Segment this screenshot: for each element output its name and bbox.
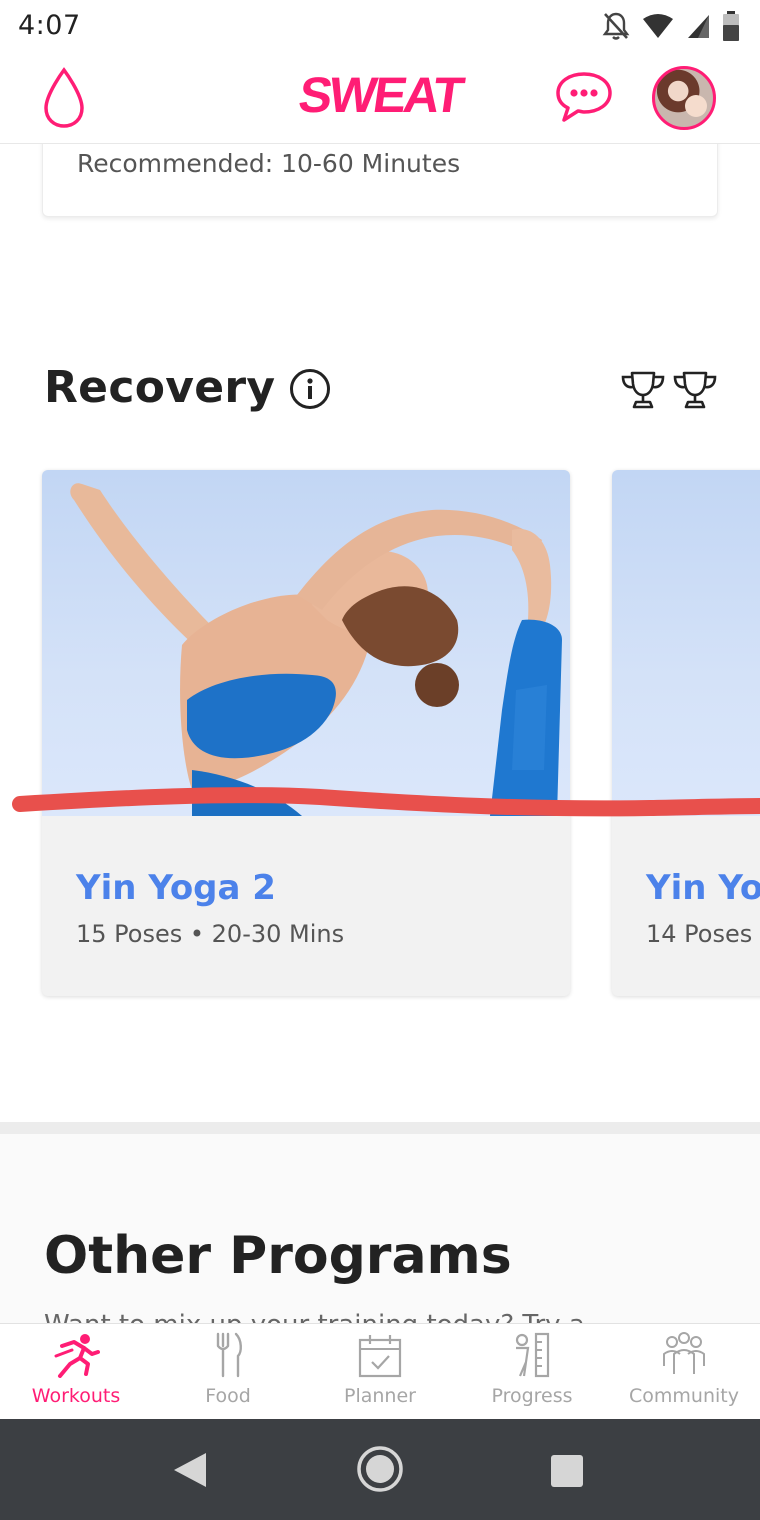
fork-knife-icon bbox=[216, 1332, 242, 1378]
trophy-icon bbox=[673, 371, 717, 409]
app-screen: 4:07 SWEAT Recommended: 10-60 Minutes Re… bbox=[0, 0, 760, 1520]
trophy-icon bbox=[621, 371, 665, 409]
status-time: 4:07 bbox=[18, 10, 81, 41]
status-bar: 4:07 bbox=[0, 0, 760, 52]
card-meta: 15 Poses • 20-30 Mins bbox=[76, 920, 345, 948]
nav-food[interactable]: Food bbox=[152, 1324, 304, 1419]
water-tracker-button[interactable] bbox=[40, 66, 88, 130]
people-icon bbox=[663, 1332, 705, 1374]
brand-logo: SWEAT bbox=[295, 67, 465, 123]
calendar-icon bbox=[358, 1335, 402, 1378]
recent-apps-icon[interactable] bbox=[551, 1455, 583, 1487]
section-divider bbox=[0, 1122, 760, 1134]
workout-card-yin-yoga-2[interactable]: Yin Yoga 2 15 Poses • 20-30 Mins bbox=[42, 470, 570, 996]
workout-image bbox=[42, 470, 570, 816]
other-programs-section: Other Programs Want to mix up your train… bbox=[0, 1134, 760, 1340]
nav-progress[interactable]: Progress bbox=[456, 1324, 608, 1419]
notifications-off-icon bbox=[602, 12, 630, 40]
avatar[interactable] bbox=[652, 66, 716, 130]
nav-workouts[interactable]: Workouts bbox=[0, 1324, 152, 1419]
card-meta: 14 Poses bbox=[646, 920, 753, 948]
workout-image bbox=[612, 470, 760, 816]
info-icon bbox=[290, 369, 330, 409]
recommended-duration: Recommended: 10-60 Minutes bbox=[77, 149, 461, 178]
trophies bbox=[620, 370, 718, 410]
measure-icon bbox=[515, 1332, 550, 1378]
recovery-title: Recovery bbox=[44, 362, 276, 413]
status-icons bbox=[602, 10, 740, 42]
nav-planner[interactable]: Planner bbox=[304, 1324, 456, 1419]
card-title: Yin Yo bbox=[646, 868, 760, 908]
home-icon[interactable] bbox=[355, 1444, 405, 1494]
nav-community[interactable]: Community bbox=[608, 1324, 760, 1419]
other-programs-title: Other Programs bbox=[44, 1226, 512, 1286]
android-nav-bar bbox=[0, 1419, 760, 1520]
app-header: SWEAT bbox=[0, 52, 760, 144]
bottom-nav: Workouts Food Planner Progress Community bbox=[0, 1323, 760, 1419]
yoga-pose-image bbox=[70, 483, 562, 816]
water-drop-icon bbox=[44, 67, 84, 128]
chat-bubble-icon bbox=[556, 72, 612, 122]
workout-card-yin-yoga-next[interactable]: Yin Yo 14 Poses bbox=[612, 470, 760, 996]
battery-icon bbox=[723, 11, 739, 41]
nav-label: Community bbox=[629, 1385, 739, 1407]
signal-icon bbox=[688, 15, 709, 38]
nav-label: Workouts bbox=[31, 1385, 121, 1407]
card-title: Yin Yoga 2 bbox=[76, 868, 276, 908]
chat-button[interactable] bbox=[554, 70, 614, 124]
running-person-icon bbox=[54, 1334, 100, 1378]
back-icon[interactable] bbox=[172, 1451, 208, 1489]
wifi-icon bbox=[643, 14, 673, 38]
nav-label: Planner bbox=[344, 1385, 416, 1407]
recovery-info-button[interactable] bbox=[289, 368, 331, 410]
nav-label: Progress bbox=[491, 1385, 573, 1407]
nav-label: Food bbox=[205, 1385, 251, 1407]
